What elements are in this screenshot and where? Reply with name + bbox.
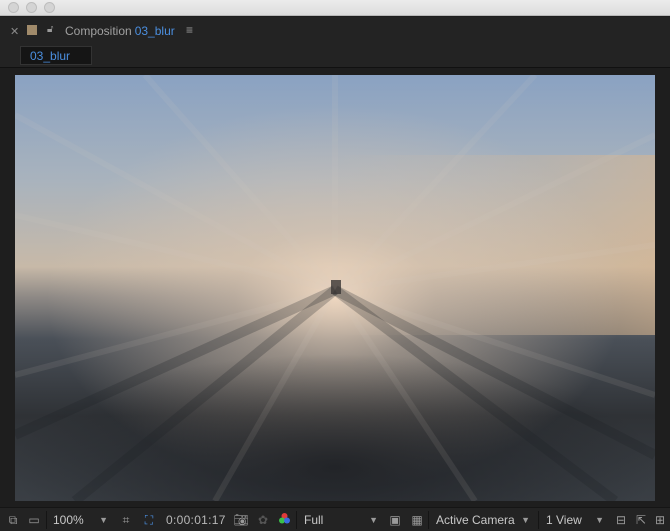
- window-titlebar: [0, 0, 670, 16]
- view-layout-dropdown[interactable]: 1 View ▼: [538, 511, 610, 529]
- magnification-dropdown[interactable]: 100% ▼: [46, 511, 114, 529]
- label-color-swatch[interactable]: [27, 25, 37, 35]
- lock-icon[interactable]: 🔓︎: [47, 24, 53, 35]
- resolution-dropdown[interactable]: Full ▼: [296, 511, 384, 529]
- camera-dropdown[interactable]: Active Camera ▼: [428, 511, 536, 529]
- composition-tab-bar: 03_blur: [0, 46, 670, 68]
- viewer-toolbar: ⧉ ▭ 100% ▼ ⌗ ⛶ 0:00:01:17 📷︎ ✿ Full ▼ ▣ …: [0, 507, 670, 531]
- close-panel-icon[interactable]: ✕: [10, 25, 19, 38]
- composition-frame[interactable]: [15, 75, 655, 501]
- window-minimize-button[interactable]: [26, 2, 37, 13]
- color-channels-icon[interactable]: [277, 512, 291, 528]
- camera-value: Active Camera: [436, 513, 515, 527]
- toggle-pixel-aspect-icon[interactable]: ⊟: [614, 512, 628, 528]
- chevron-down-icon: ▼: [595, 515, 604, 525]
- always-preview-icon[interactable]: ⧉: [6, 512, 20, 528]
- window-zoom-button[interactable]: [44, 2, 55, 13]
- transparency-grid-icon[interactable]: ▦: [410, 512, 424, 528]
- hamburger-icon[interactable]: ≡: [186, 23, 193, 37]
- grid-guide-icon[interactable]: ⌗: [119, 512, 133, 528]
- radial-blur-image: [15, 75, 655, 501]
- current-time-display[interactable]: 0:00:01:17: [166, 512, 226, 528]
- panel-header: ✕ 🔓︎ Composition 03_blur ≡: [0, 17, 670, 46]
- chevron-down-icon: ▼: [369, 515, 378, 525]
- fast-previews-icon[interactable]: ⇱: [634, 512, 648, 528]
- region-of-interest-icon[interactable]: ⛶: [140, 512, 158, 528]
- resolution-value: Full: [304, 513, 324, 527]
- panel-label: Composition: [65, 24, 132, 38]
- comp-name[interactable]: 03_blur: [135, 24, 175, 38]
- tab-03-blur[interactable]: 03_blur: [20, 46, 92, 65]
- view-layout-value: 1 View: [546, 513, 582, 527]
- monitor-icon[interactable]: ▭: [27, 512, 41, 528]
- region-icon[interactable]: ▣: [388, 512, 402, 528]
- chevron-down-icon: ▼: [521, 515, 530, 525]
- chevron-down-icon: ▼: [99, 515, 108, 525]
- composition-viewer[interactable]: [0, 69, 670, 507]
- snapshot-camera-icon[interactable]: 📷︎: [233, 512, 249, 528]
- magnification-value: 100%: [53, 513, 84, 527]
- flowchart-icon[interactable]: ⊞: [653, 512, 667, 528]
- window-close-button[interactable]: [8, 2, 19, 13]
- show-snapshot-icon[interactable]: ✿: [256, 512, 270, 528]
- panel-title: Composition 03_blur: [65, 24, 175, 38]
